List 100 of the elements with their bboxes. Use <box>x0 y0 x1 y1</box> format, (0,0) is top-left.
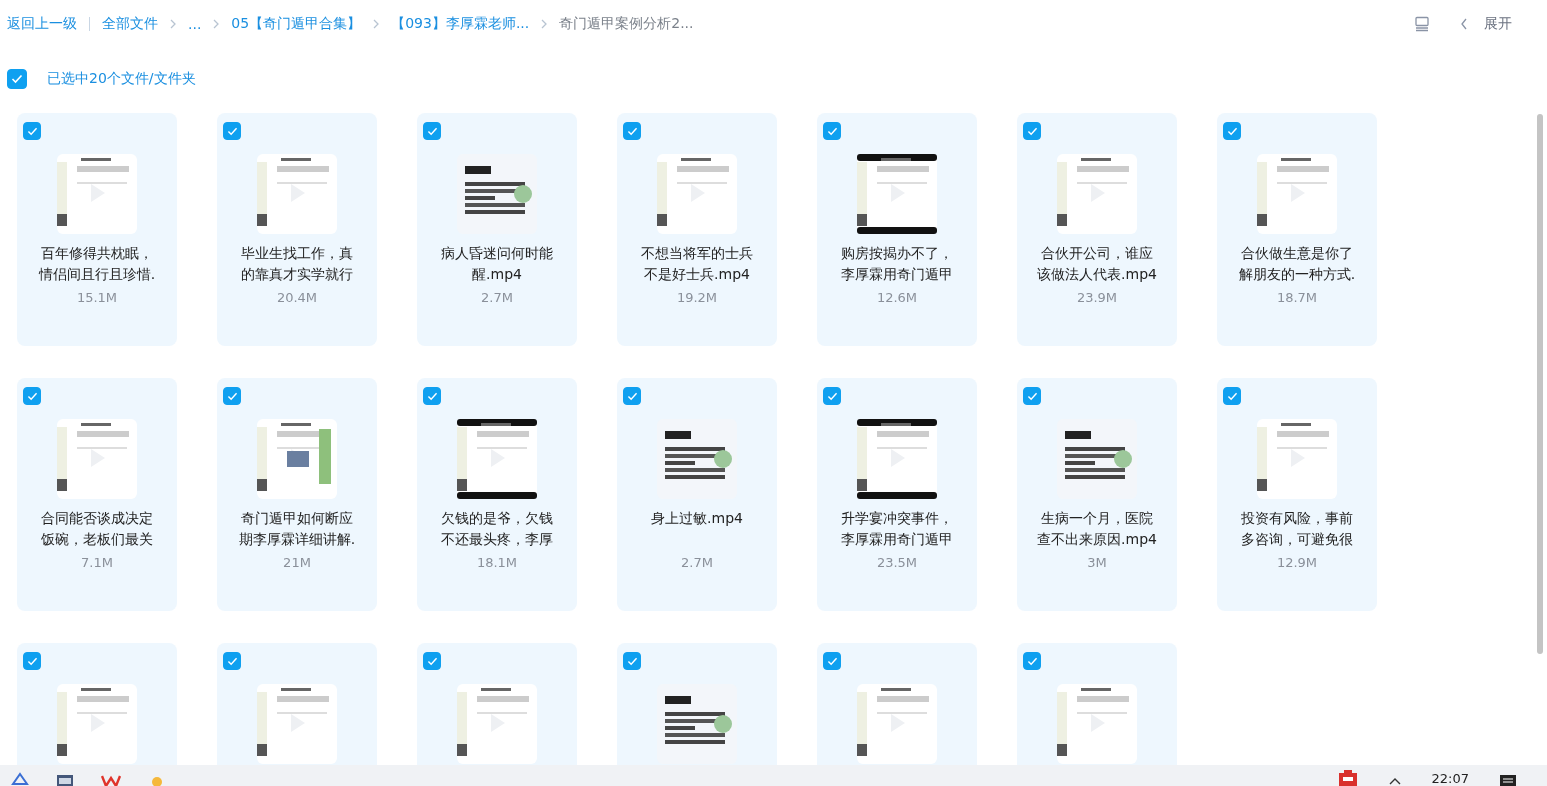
clock-time[interactable]: 22:07 <box>1431 772 1469 786</box>
chevron-icon <box>372 19 381 29</box>
breadcrumb-link[interactable]: ... <box>188 16 202 32</box>
file-size: 2.7M <box>481 290 513 305</box>
file-name: 购房按揭办不了，李厚霖用奇门遁甲 <box>840 244 954 284</box>
file-checkbox[interactable] <box>1023 652 1041 670</box>
file-card[interactable]: 毕业生找工作，真的靠真才实学就行 20.4M <box>217 113 377 346</box>
file-card[interactable]: 购房按揭办不了，李厚霖用奇门遁甲 12.6M <box>817 113 977 346</box>
checkmark-icon <box>1026 126 1038 136</box>
file-size: 19.2M <box>676 290 718 305</box>
file-card[interactable]: 生病一个月，医院查不出来原因.mp4 3M <box>1017 378 1177 611</box>
checkmark-icon <box>626 126 638 136</box>
file-size: 23.9M <box>1076 290 1118 305</box>
file-checkbox[interactable] <box>1223 387 1241 405</box>
checkmark-icon <box>26 656 38 666</box>
file-name: 升学宴冲突事件，李厚霖用奇门遁甲 <box>840 509 954 549</box>
checkmark-icon <box>11 74 23 84</box>
list-view-icon[interactable] <box>1414 16 1430 32</box>
file-card[interactable]: 合同能否谈成决定饭碗，老板们最关 7.1M <box>17 378 177 611</box>
file-card[interactable]: 欠钱的是爷，欠钱不还最头疼，李厚 18.1M <box>417 378 577 611</box>
file-checkbox[interactable] <box>1223 122 1241 140</box>
chevron-icon <box>540 19 549 29</box>
file-card[interactable]: 身上过敏.mp4 2.7M <box>617 378 777 611</box>
checkmark-icon <box>626 656 638 666</box>
file-card[interactable]: 奇门遁甲如何断应期李厚霖详细讲解. 21M <box>217 378 377 611</box>
checkmark-icon <box>626 391 638 401</box>
checkmark-icon <box>1226 126 1238 136</box>
file-card[interactable]: 投资有风险，事前多咨询，可避免很 12.9M <box>1217 378 1377 611</box>
checkmark-icon <box>226 391 238 401</box>
file-checkbox[interactable] <box>623 652 641 670</box>
file-size: 15.1M <box>76 290 118 305</box>
file-checkbox[interactable] <box>223 652 241 670</box>
file-checkbox[interactable] <box>23 122 41 140</box>
breadcrumb-link[interactable]: 全部文件 <box>102 15 158 33</box>
file-checkbox[interactable] <box>823 387 841 405</box>
breadcrumb-link[interactable]: 05【奇门遁甲合集】 <box>231 15 362 33</box>
checkmark-icon <box>426 391 438 401</box>
checkmark-icon <box>826 126 838 136</box>
file-size: 12.6M <box>876 290 918 305</box>
file-name: 奇门遁甲如何断应期李厚霖详细讲解. <box>237 509 357 549</box>
breadcrumb-link[interactable]: 奇门遁甲案例分析2... <box>559 15 694 33</box>
file-name: 百年修得共枕眠，情侣间且行且珍惜. <box>37 244 157 284</box>
file-checkbox[interactable] <box>823 122 841 140</box>
app-icon[interactable] <box>11 772 29 786</box>
checkmark-icon <box>1226 391 1238 401</box>
file-checkbox[interactable] <box>623 387 641 405</box>
file-name: 合同能否谈成决定饭碗，老板们最关 <box>40 509 154 549</box>
file-name: 不想当将军的士兵不是好士兵.mp4 <box>640 244 754 284</box>
file-size: 18.7M <box>1276 290 1318 305</box>
file-checkbox[interactable] <box>423 387 441 405</box>
file-name: 身上过敏.mp4 <box>650 509 744 528</box>
file-checkbox[interactable] <box>623 122 641 140</box>
checkmark-icon <box>426 656 438 666</box>
caret-up-icon[interactable] <box>1387 776 1402 786</box>
breadcrumb-link[interactable]: 【093】李厚霖老师... <box>391 15 530 33</box>
file-name: 毕业生找工作，真的靠真才实学就行 <box>240 244 354 284</box>
checkmark-icon <box>826 656 838 666</box>
file-card[interactable]: 升学宴冲突事件，李厚霖用奇门遁甲 23.5M <box>817 378 977 611</box>
chevron-icon <box>212 19 221 29</box>
file-name: 合伙开公司，谁应该做法人代表.mp4 <box>1036 244 1158 284</box>
file-checkbox[interactable] <box>423 122 441 140</box>
file-name: 投资有风险，事前多咨询，可避免很 <box>1240 509 1354 549</box>
selection-count: 已选中20个文件/文件夹 <box>47 70 196 88</box>
file-card[interactable]: 病人昏迷问何时能醒.mp4 2.7M <box>417 113 577 346</box>
window-icon[interactable] <box>56 772 74 786</box>
file-size: 3M <box>1087 555 1107 570</box>
checkmark-icon <box>1026 656 1038 666</box>
notification-icon[interactable] <box>1499 772 1517 786</box>
file-checkbox[interactable] <box>423 652 441 670</box>
file-name: 病人昏迷问何时能醒.mp4 <box>440 244 554 284</box>
scrollbar[interactable] <box>1537 114 1543 654</box>
file-checkbox[interactable] <box>223 122 241 140</box>
checkmark-icon <box>426 126 438 136</box>
file-name: 欠钱的是爷，欠钱不还最头疼，李厚 <box>440 509 554 549</box>
checkmark-icon <box>226 126 238 136</box>
file-card[interactable]: 百年修得共枕眠，情侣间且行且珍惜. 15.1M <box>17 113 177 346</box>
file-checkbox[interactable] <box>1023 387 1041 405</box>
tray-app-icon[interactable] <box>1337 770 1358 786</box>
file-size: 2.7M <box>681 555 713 570</box>
file-checkbox[interactable] <box>823 652 841 670</box>
file-name: 生病一个月，医院查不出来原因.mp4 <box>1036 509 1158 549</box>
file-size: 20.4M <box>276 290 318 305</box>
checkmark-icon <box>826 391 838 401</box>
expand-link[interactable]: 展开 <box>1484 15 1512 33</box>
file-checkbox[interactable] <box>23 387 41 405</box>
file-size: 7.1M <box>81 555 113 570</box>
file-card[interactable]: 合伙做生意是你了解朋友的一种方式. 18.7M <box>1217 113 1377 346</box>
file-checkbox[interactable] <box>1023 122 1041 140</box>
chevron-left-icon[interactable] <box>1460 18 1468 30</box>
file-checkbox[interactable] <box>223 387 241 405</box>
back-link[interactable]: 返回上一级 <box>7 15 77 33</box>
file-size: 23.5M <box>876 555 918 570</box>
file-card[interactable]: 不想当将军的士兵不是好士兵.mp4 19.2M <box>617 113 777 346</box>
select-all-checkbox[interactable] <box>7 69 27 89</box>
chevron-icon <box>169 19 177 29</box>
checkmark-icon <box>26 391 38 401</box>
checkmark-icon <box>1026 391 1038 401</box>
file-card[interactable]: 合伙开公司，谁应该做法人代表.mp4 23.9M <box>1017 113 1177 346</box>
file-checkbox[interactable] <box>23 652 41 670</box>
checkmark-icon <box>226 656 238 666</box>
